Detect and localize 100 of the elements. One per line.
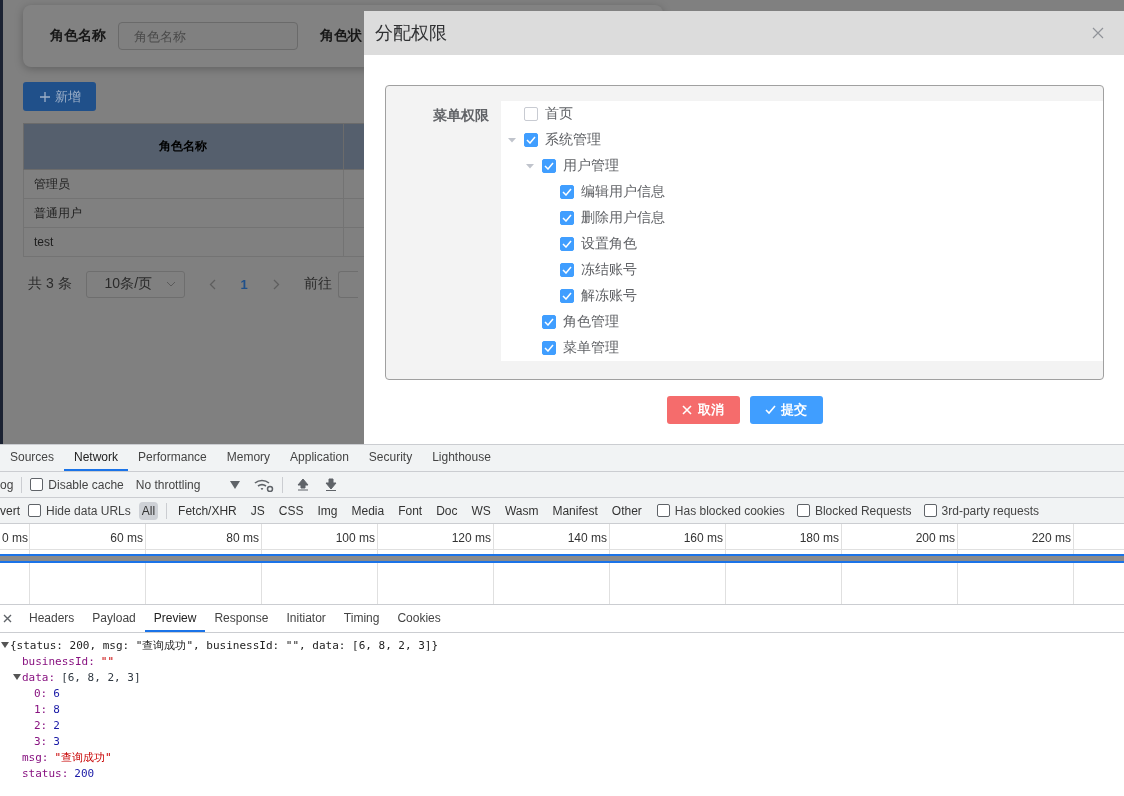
close-icon [682, 405, 693, 415]
tree-node-label[interactable]: 编辑用户信息 [581, 183, 665, 201]
time-tick: 140 ms [567, 531, 607, 545]
tree-node-label[interactable]: 角色管理 [563, 313, 619, 331]
filter-chip[interactable]: Fetch/XHR [175, 501, 240, 520]
checkbox[interactable] [542, 315, 556, 329]
tree-node-label[interactable]: 菜单管理 [563, 339, 619, 357]
page-size-select[interactable]: 10条/页 [85, 270, 185, 298]
detail-tab[interactable]: Payload [83, 605, 145, 632]
checkbox[interactable] [30, 478, 44, 491]
field-label: 角色状 [320, 27, 362, 45]
devtools-tab[interactable]: Application [280, 445, 359, 471]
filter-chip[interactable]: JS [247, 501, 268, 520]
detail-tab[interactable]: Response [205, 605, 278, 632]
property-key: 3: [34, 734, 48, 748]
property-key: data: [22, 670, 56, 684]
time-tick: 100 ms [335, 531, 375, 545]
table-cell: test [23, 227, 343, 257]
property-value: 6 [53, 686, 60, 700]
tree-node-label[interactable]: 首页 [545, 105, 573, 123]
invert-label[interactable]: vert [0, 503, 20, 518]
form-label: 菜单权限 [432, 106, 490, 125]
field-label: 角色名称 [50, 27, 106, 45]
tree-node-label[interactable]: 解冻账号 [581, 287, 637, 305]
checkbox[interactable] [923, 504, 937, 517]
upload-icon[interactable] [297, 478, 310, 491]
add-button[interactable]: 新增 [23, 82, 96, 111]
time-tick: 60 ms [110, 531, 143, 545]
devtools-tab[interactable]: Lighthouse [422, 445, 501, 471]
filter-chip[interactable]: Font [395, 501, 426, 520]
detail-tab[interactable]: Headers [20, 605, 84, 632]
close-icon[interactable] [3, 614, 12, 623]
property-value: 8 [53, 702, 60, 716]
checkbox[interactable] [524, 133, 538, 147]
checkbox[interactable] [560, 211, 574, 225]
network-conditions-icon[interactable] [254, 477, 275, 492]
property-value: [6, 8, 2, 3] [61, 670, 141, 684]
total-count: 共 3 条 [28, 275, 72, 293]
checkbox[interactable] [656, 504, 670, 517]
checkbox-label[interactable]: Disable cache [48, 477, 124, 492]
property-value: 2 [53, 718, 60, 732]
devtools-tab[interactable]: Sources [0, 445, 65, 471]
detail-tab[interactable]: Preview [144, 605, 206, 632]
checkbox[interactable] [796, 504, 810, 517]
filter-chip[interactable]: Doc [433, 501, 461, 520]
tree-node-label[interactable]: 系统管理 [545, 131, 601, 149]
checkbox[interactable] [560, 185, 574, 199]
filter-chip[interactable]: Other [608, 501, 645, 520]
property-key: status: [22, 766, 69, 780]
detail-tab[interactable]: Initiator [277, 605, 335, 632]
checkbox[interactable] [542, 159, 556, 173]
filter-chip[interactable]: Img [314, 501, 341, 520]
filter-chip[interactable]: WS [468, 501, 494, 520]
filter-chip[interactable]: All [138, 501, 159, 520]
time-tick: 180 ms [799, 531, 839, 545]
checkbox[interactable] [560, 289, 574, 303]
filter-chip[interactable]: Manifest [549, 501, 601, 520]
devtools-tab[interactable]: Memory [216, 445, 281, 471]
checkbox-label[interactable]: Has blocked cookies [674, 503, 785, 518]
tree-node-label[interactable]: 设置角色 [581, 235, 637, 253]
filter-chip[interactable]: CSS [275, 501, 307, 520]
checkbox-label[interactable]: Blocked Requests [814, 503, 912, 518]
devtools-tab[interactable]: Performance [128, 445, 217, 471]
checkbox[interactable] [560, 263, 574, 277]
devtools-tab[interactable]: Security [358, 445, 423, 471]
checkbox[interactable] [28, 504, 41, 517]
property-value: 200 [74, 766, 95, 780]
time-tick: 80 ms [226, 531, 259, 545]
caret-icon[interactable] [1, 641, 9, 649]
property-key: 2: [34, 718, 48, 732]
tree-node-label[interactable]: 用户管理 [563, 157, 619, 175]
tree-node-label[interactable]: 删除用户信息 [581, 209, 665, 227]
table-cell: 普通用户 [23, 198, 343, 228]
preserve-log-label[interactable]: og [0, 477, 14, 492]
property-value: 3 [53, 734, 60, 748]
chevron-down-icon [165, 281, 176, 287]
next-page-icon[interactable] [272, 278, 280, 290]
property-key: msg: [22, 750, 49, 764]
detail-tab[interactable]: Timing [334, 605, 389, 632]
checkbox[interactable] [542, 341, 556, 355]
dialog-title: 分配权限 [375, 22, 447, 45]
filter-chip[interactable]: Media [348, 501, 388, 520]
tree-node-label[interactable]: 冻结账号 [581, 261, 637, 279]
throttling-select[interactable]: No throttling [135, 477, 201, 492]
checkbox-label[interactable]: Hide data URLs [46, 503, 131, 518]
checkbox-label[interactable]: 3rd-party requests [941, 503, 1039, 518]
previous-page-icon[interactable] [208, 278, 216, 290]
time-tick: 0 ms [2, 531, 28, 545]
caret-icon[interactable] [13, 673, 21, 681]
time-tick: 160 ms [683, 531, 723, 545]
property-value: "查询成功" [54, 749, 112, 765]
table-cell: 管理员 [23, 169, 343, 199]
checkbox[interactable] [560, 237, 574, 251]
object-summary: {status: 200, msg: "查询成功", businessId: "", data: [6, 8, 2, 3]} [10, 637, 439, 653]
dropdown-caret-icon[interactable] [230, 480, 241, 489]
filter-chip[interactable]: Wasm [501, 501, 542, 520]
download-icon[interactable] [325, 478, 338, 491]
column-header: 角色名称 [23, 123, 343, 170]
property-key: businessId: [22, 654, 95, 668]
detail-tab[interactable]: Cookies [388, 605, 450, 632]
